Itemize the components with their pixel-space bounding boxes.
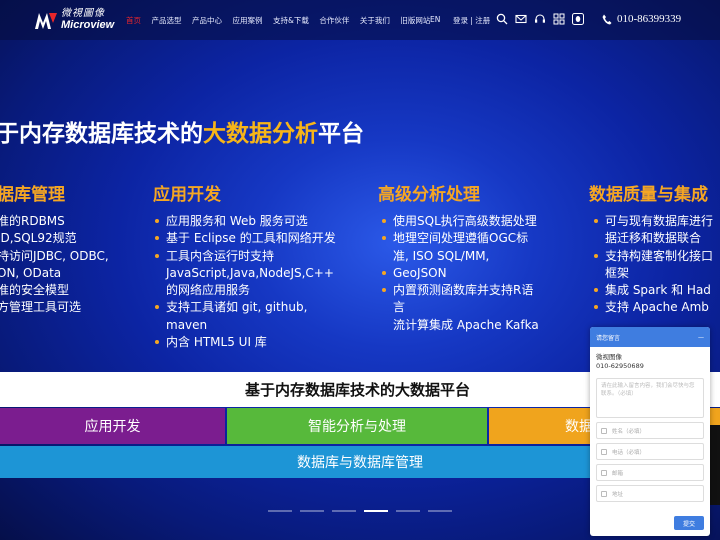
email-field[interactable]: 邮箱 — [596, 464, 704, 481]
logo[interactable]: 微視圖像 Microview — [34, 9, 114, 31]
phone-icon — [602, 14, 612, 24]
phone-number: 010-86399339 — [617, 13, 682, 25]
logo-cn: 微視圖像 — [61, 8, 105, 19]
nav-item-cases[interactable]: 应用案例 — [233, 15, 263, 26]
headset-icon[interactable] — [534, 13, 546, 25]
feature-column-quality: 数据质量与集成 可与现有数据库进行 据迁移和数据联合 支持构建客制化接口 框架 … — [589, 180, 713, 317]
feature-column-db: 据库管理 准的RDBMS ID,SQL92规范 持访问JDBC, ODBC, O… — [0, 180, 109, 317]
feature-item: 基于 Eclipse 的工具和网络开发 — [155, 230, 336, 247]
feature-item: 框架 — [605, 265, 630, 280]
feature-item: 准, ISO SQL/MM, — [393, 248, 490, 263]
microview-logo-icon — [35, 13, 57, 29]
hero-title-highlight: 大数据分析 — [203, 121, 318, 147]
mail-icon — [601, 469, 607, 476]
feature-item: 据迁移和数据联合 — [605, 231, 702, 246]
grid-icon[interactable] — [553, 13, 565, 25]
feature-item: 地理空间处理遵循OGC标 — [382, 230, 539, 247]
language-switch[interactable]: EN — [430, 15, 440, 24]
feature-item: 准的RDBMS — [0, 214, 65, 228]
message-widget-header[interactable]: 请您留言 — — [590, 327, 710, 347]
feature-item: 使用SQL执行高级数据处理 — [382, 213, 539, 230]
feature-item: maven — [166, 317, 208, 332]
feature-item: 方管理工具可选 — [0, 300, 82, 315]
mail-icon[interactable] — [515, 13, 527, 25]
feature-item: 内含 HTML5 UI 库 — [155, 334, 336, 351]
feature-item: 工具内含运行时支持 — [155, 248, 336, 265]
column-title: 据库管理 — [0, 185, 65, 205]
nav-item-support[interactable]: 支持&下载 — [273, 15, 309, 26]
feature-item: 内置预测函数库并支持R语 — [382, 282, 539, 299]
company-name: 微视图像 — [596, 353, 622, 361]
feature-column-analytics: 高级分析处理 使用SQL执行高级数据处理 地理空间处理遵循OGC标 准, ISO… — [378, 180, 539, 334]
feature-item: 应用服务和 Web 服务可选 — [155, 213, 336, 230]
feature-item: 支持构建客制化接口 — [593, 248, 713, 265]
nav-item-products[interactable]: 产品中心 — [192, 15, 222, 26]
side-float-bar[interactable] — [710, 425, 720, 505]
carousel-dot[interactable] — [332, 510, 356, 512]
feature-item: 可与现有数据库进行 — [593, 213, 713, 230]
message-textarea[interactable]: 请在此输入留言内容，我们会尽快与您联系。（必填） — [596, 378, 704, 418]
feature-item: 准的安全模型 — [0, 283, 70, 298]
location-icon — [601, 490, 607, 497]
feature-column-app: 应用开发 应用服务和 Web 服务可选 基于 Eclipse 的工具和网络开发 … — [153, 180, 336, 351]
feature-item: JavaScript,Java,NodeJS,C++ — [166, 265, 334, 280]
hotline: 010-86399339 — [602, 13, 681, 25]
column-title: 应用开发 — [153, 185, 221, 205]
company-tel: 010-62950689 — [596, 362, 644, 370]
nav-item-product-selection[interactable]: 产品选型 — [152, 15, 182, 26]
main-nav: 首页 产品选型 产品中心 应用案例 支持&下载 合作伙伴 关于我们 旧版网站 — [126, 15, 441, 26]
phone-icon — [601, 448, 607, 455]
carousel-dot[interactable] — [268, 510, 292, 512]
column-title: 数据质量与集成 — [589, 185, 708, 205]
feature-item: ID,SQL92规范 — [0, 231, 77, 246]
arch-block-app-dev: 应用开发 — [0, 408, 225, 444]
feature-item: 流计算集成 Apache Kafka — [393, 317, 539, 332]
minimize-icon[interactable]: — — [698, 334, 704, 341]
feature-item: ON, OData — [0, 265, 62, 280]
nav-item-home[interactable]: 首页 — [126, 15, 141, 26]
arch-block-analytics: 智能分析与处理 — [227, 408, 487, 444]
phone-field[interactable]: 电话（必填） — [596, 443, 704, 460]
top-header: 微視圖像 Microview 首页 产品选型 产品中心 应用案例 支持&下载 合… — [0, 0, 720, 40]
feature-item: 集成 Spark 和 Had — [593, 282, 713, 299]
name-field[interactable]: 姓名（必填） — [596, 422, 704, 439]
feature-item: 言 — [393, 300, 406, 315]
feature-item: 的网络应用服务 — [166, 283, 251, 298]
qq-icon[interactable] — [572, 13, 584, 25]
submit-button[interactable]: 提交 — [674, 516, 704, 530]
feature-item: 持访问JDBC, ODBC, — [0, 248, 109, 263]
carousel-dot[interactable] — [300, 510, 324, 512]
carousel-dot[interactable] — [428, 510, 452, 512]
login-register-link[interactable]: 登录 | 注册 — [453, 15, 490, 26]
message-widget: 请您留言 — 微视图像 010-62950689 请在此输入留言内容，我们会尽快… — [590, 327, 710, 536]
hero-title: 于内存数据库技术的大数据分析平台 — [0, 121, 364, 147]
address-field[interactable]: 地址 — [596, 485, 704, 502]
message-widget-title: 请您留言 — [596, 334, 621, 342]
carousel-dots — [268, 510, 460, 512]
nav-item-about[interactable]: 关于我们 — [360, 15, 390, 26]
nav-item-old-site[interactable]: 旧版网站 — [400, 15, 430, 26]
logo-en: Microview — [61, 19, 115, 31]
column-title: 高级分析处理 — [378, 185, 480, 205]
feature-item: GeoJSON — [382, 265, 539, 282]
carousel-dot[interactable] — [396, 510, 420, 512]
feature-item: 支持工具诸如 git, github, — [155, 299, 336, 316]
user-icon — [601, 427, 607, 434]
search-icon[interactable] — [496, 13, 508, 25]
feature-item: 支持 Apache Amb — [593, 299, 713, 316]
nav-item-partners[interactable]: 合作伙伴 — [319, 15, 349, 26]
carousel-dot-active[interactable] — [364, 510, 388, 512]
